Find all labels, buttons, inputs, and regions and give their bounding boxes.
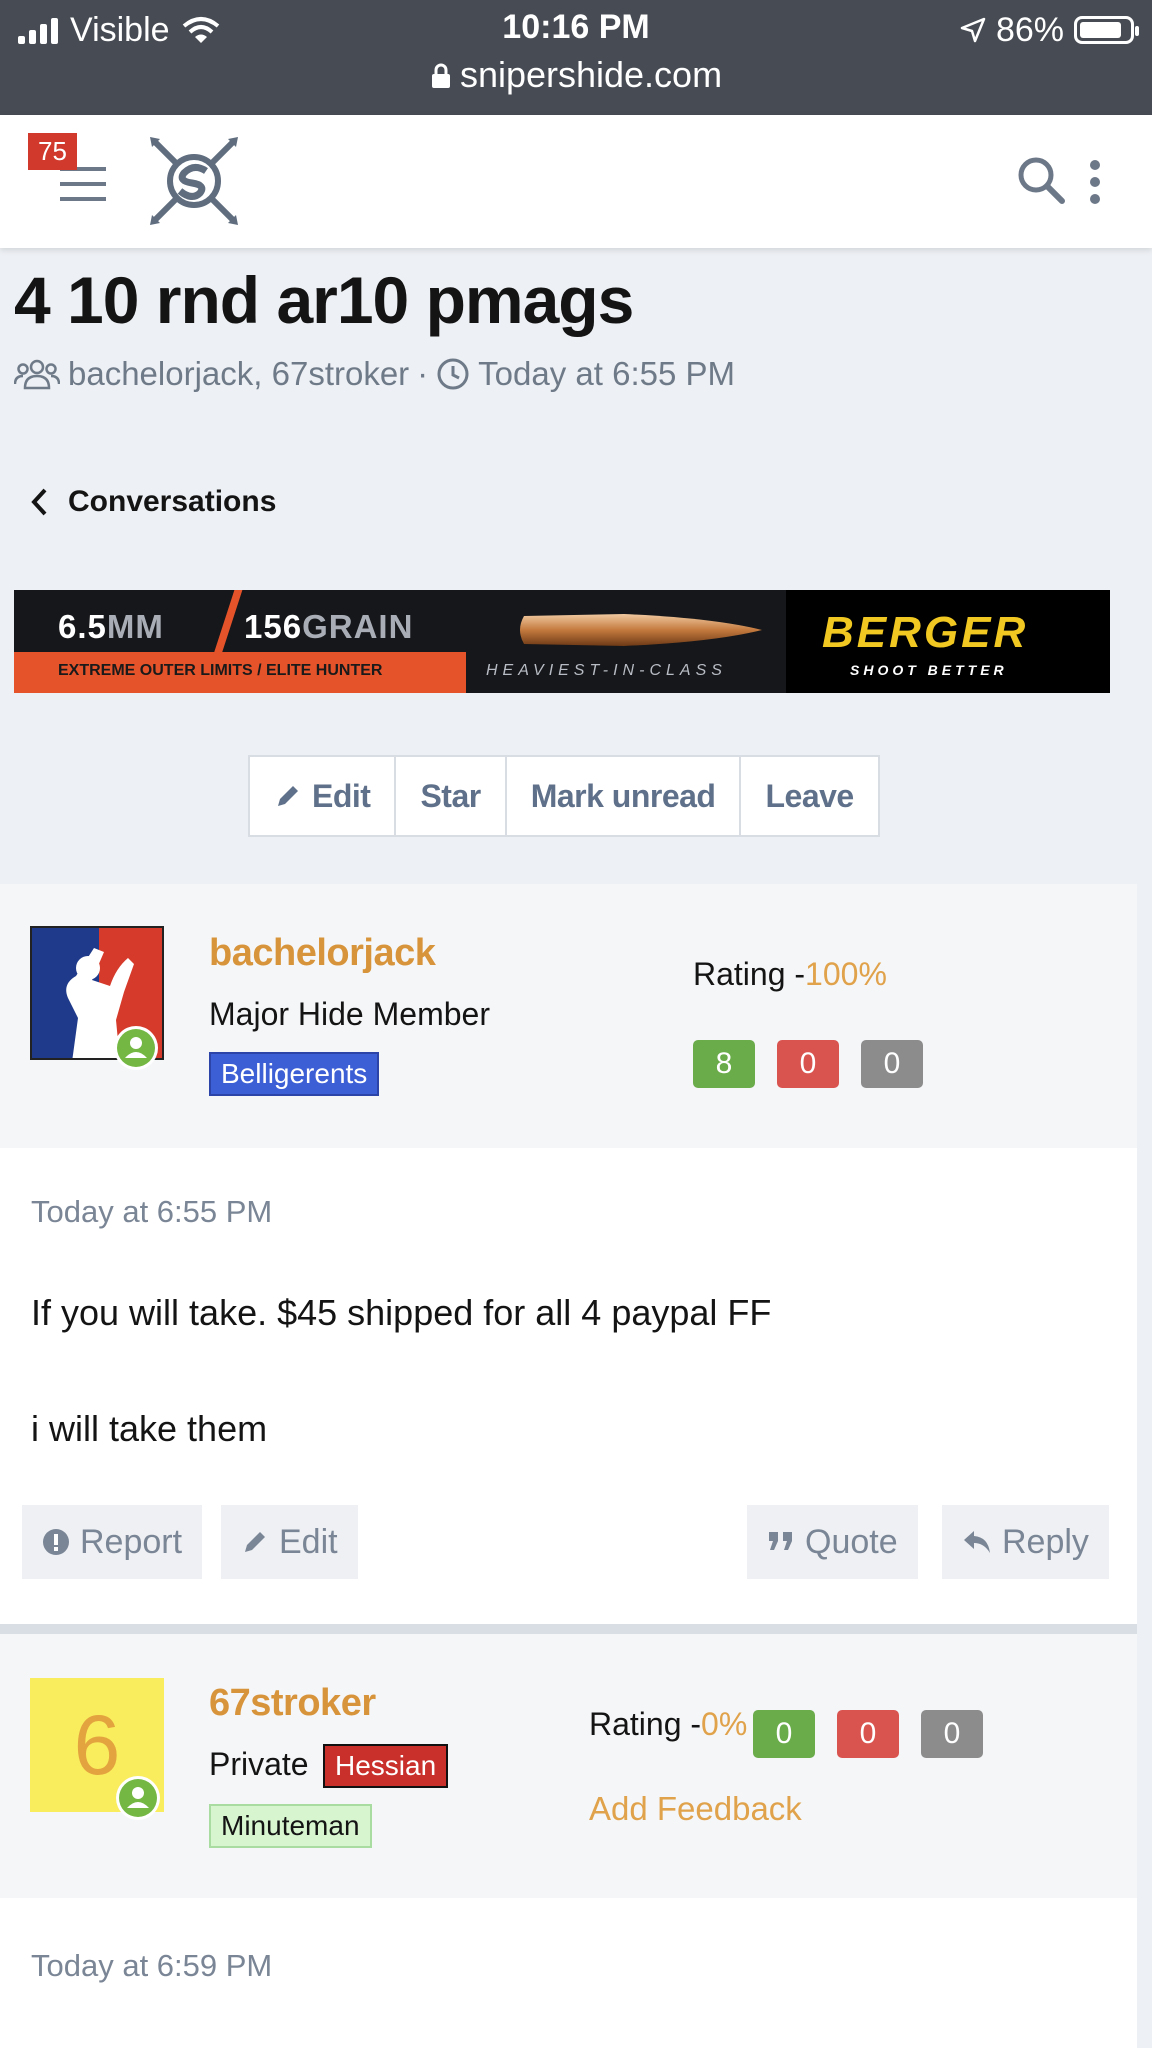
berger-banner-ad[interactable]: 6.5MM 156GRAIN EXTREME OUTER LIMITS / EL… <box>14 590 1110 693</box>
pencil-icon <box>278 786 298 806</box>
quote-label: Quote <box>805 1522 898 1561</box>
feedback-positive[interactable]: 0 <box>753 1710 815 1758</box>
site-logo[interactable] <box>148 135 240 227</box>
username[interactable]: 67stroker <box>209 1682 376 1725</box>
banner-tagline: HEAVIEST-IN-CLASS <box>486 662 727 679</box>
page-title: 4 10 rnd ar10 pmags <box>14 263 634 337</box>
message-line-1: If you will take. $45 shipped for all 4 … <box>31 1292 772 1333</box>
search-icon[interactable] <box>1016 155 1066 205</box>
user-title: Major Hide Member <box>209 996 490 1032</box>
rating: Rating -0% <box>589 1706 747 1743</box>
star-label: Star <box>420 777 481 814</box>
user-banner-minuteman: Minuteman <box>209 1804 372 1848</box>
post-1-author: bachelorjack Major Hide Member Belligere… <box>0 884 1137 1148</box>
banner-slash <box>213 590 243 654</box>
feedback-negative[interactable]: 0 <box>837 1710 899 1758</box>
banner-slogan: SHOOT BETTER <box>850 662 1008 678</box>
banner-brand: BERGER <box>822 608 1029 657</box>
report-button[interactable]: Report <box>22 1505 203 1579</box>
banner-grain: 156GRAIN <box>244 608 414 645</box>
battery-percent: 86% <box>995 10 1064 49</box>
menu-icon[interactable] <box>60 167 106 201</box>
user-title: Private <box>209 1746 309 1782</box>
post-timestamp[interactable]: Today at 6:59 PM <box>31 1948 272 1984</box>
post-1-body: Today at 6:55 PM If you will take. $45 s… <box>0 1148 1137 1624</box>
post-2-author: 6 67stroker Private Hessian Minuteman Ra… <box>0 1634 1137 1898</box>
conversation-date: Today at 6:55 PM <box>478 355 735 392</box>
user-badge-hessian: Hessian <box>323 1744 449 1788</box>
reply-icon <box>964 1531 990 1553</box>
username[interactable]: bachelorjack <box>209 932 436 975</box>
banner-lines: EXTREME OUTER LIMITS / ELITE HUNTER <box>58 662 383 679</box>
online-status-icon <box>114 1026 158 1070</box>
edit-conversation-button[interactable]: Edit <box>250 757 397 835</box>
edit-post-button[interactable]: Edit <box>221 1505 358 1579</box>
conversation-actions: Edit Star Mark unread Leave <box>248 755 880 837</box>
mark-unread-label: Mark unread <box>530 777 716 814</box>
add-feedback-link[interactable]: Add Feedback <box>589 1790 802 1828</box>
post-separator <box>0 1624 1137 1634</box>
pencil-icon <box>245 1532 265 1552</box>
leave-button[interactable]: Leave <box>741 757 877 835</box>
status-bar: Visible 10:16 PM snipershide.com 86% <box>0 0 1152 115</box>
site-header: 75 <box>0 115 1152 248</box>
back-label: Conversations <box>68 485 277 518</box>
rating-value: 100% <box>805 956 887 992</box>
post-timestamp[interactable]: Today at 6:55 PM <box>31 1194 272 1230</box>
leave-label: Leave <box>765 777 854 814</box>
message-line-2: i will take them <box>31 1408 268 1449</box>
mark-unread-button[interactable]: Mark unread <box>507 757 742 835</box>
more-options-icon[interactable] <box>1090 160 1100 211</box>
participants-icon <box>14 359 60 390</box>
feedback-neutral[interactable]: 0 <box>921 1710 983 1758</box>
feedback-negative[interactable]: 0 <box>777 1040 839 1088</box>
conversation-meta: bachelorjack, 67stroker · Today at 6:55 … <box>14 355 735 393</box>
user-banner-belligerents: Belligerents <box>209 1052 380 1096</box>
clock-icon <box>437 358 469 390</box>
rating-value: 0% <box>701 1706 748 1742</box>
notification-badge[interactable]: 75 <box>28 133 77 170</box>
battery-icon <box>1074 16 1139 44</box>
back-to-conversations[interactable]: Conversations <box>30 485 276 519</box>
status-right: 86% <box>960 10 1139 50</box>
bullet-icon <box>520 614 762 646</box>
avatar-letter-text: 6 <box>73 1697 121 1792</box>
rating-label: Rating - <box>589 1706 702 1742</box>
rating-label: Rating - <box>693 956 806 992</box>
rating: Rating -100% <box>693 956 887 993</box>
battery-fill <box>1080 22 1122 38</box>
alert-icon <box>43 1529 69 1555</box>
edit-post-label: Edit <box>279 1522 338 1561</box>
meta-separator: · <box>417 355 429 392</box>
url-bar[interactable]: snipershide.com <box>0 54 1152 96</box>
feedback-positive[interactable]: 8 <box>693 1040 755 1088</box>
url-text: snipershide.com <box>459 54 723 95</box>
quote-button[interactable]: Quote <box>747 1505 918 1579</box>
reply-button[interactable]: Reply <box>942 1505 1109 1579</box>
star-button[interactable]: Star <box>396 757 507 835</box>
lock-icon <box>431 63 450 88</box>
reply-label: Reply <box>1002 1522 1089 1561</box>
post-2-body: Today at 6:59 PM <box>0 1898 1137 2048</box>
report-label: Report <box>80 1522 183 1561</box>
quote-icon <box>769 1532 792 1550</box>
banner-caliber: 6.5MM <box>58 608 164 645</box>
online-status-icon <box>116 1776 160 1820</box>
post-actions: Report Edit Quote Reply <box>0 1505 1137 1579</box>
edit-label: Edit <box>312 777 371 814</box>
feedback-neutral[interactable]: 0 <box>861 1040 923 1088</box>
chevron-left-icon <box>31 488 47 516</box>
location-arrow-icon <box>960 17 986 43</box>
participants-list[interactable]: bachelorjack, 67stroker <box>68 355 409 393</box>
